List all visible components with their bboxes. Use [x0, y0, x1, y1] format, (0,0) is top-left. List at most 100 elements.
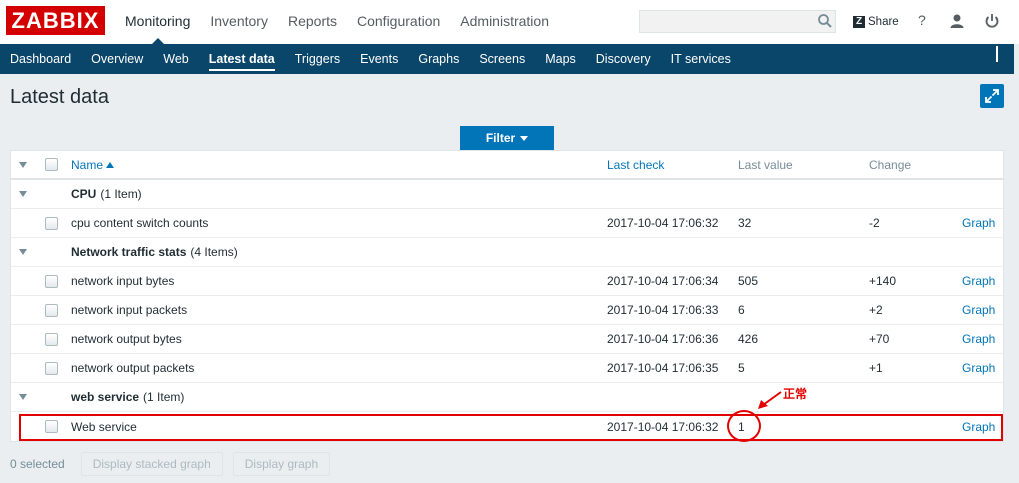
annotation-arrow-icon [758, 391, 782, 409]
last-check: 2017-10-04 17:06:34 [607, 274, 719, 288]
tab-web[interactable]: Web [153, 44, 198, 74]
share-link[interactable]: Z Share [853, 14, 899, 30]
last-value: 32 [738, 216, 752, 230]
group-count: (1 Item) [143, 390, 185, 404]
menu-administration[interactable]: Administration [450, 0, 559, 44]
sub-navigation: Dashboard Overview Web Latest data Trigg… [0, 44, 1014, 74]
group-toggle-icon[interactable] [19, 238, 27, 266]
group-label: web service (1 Item) [71, 383, 184, 411]
change-value: +140 [869, 274, 897, 288]
sort-ascending-icon [106, 161, 115, 168]
change-header-label: Change [869, 157, 912, 172]
help-icon[interactable]: ? [918, 12, 926, 28]
user-profile-icon[interactable] [949, 13, 965, 29]
graph-link[interactable]: Graph [962, 209, 995, 237]
name-column-header[interactable]: Name [71, 151, 115, 178]
graph-link[interactable]: Graph [962, 354, 995, 382]
group-name: CPU [71, 187, 97, 201]
chevron-down-icon [520, 136, 529, 142]
last-value: 505 [738, 274, 759, 288]
page-title: Latest data [10, 86, 109, 108]
row-checkbox[interactable] [45, 325, 58, 353]
row-checkbox[interactable] [45, 296, 58, 324]
row-checkbox[interactable] [45, 354, 58, 382]
table-row: network output bytes 2017-10-04 17:06:36… [11, 325, 1003, 354]
tab-events[interactable]: Events [350, 44, 408, 74]
last-value-header-label: Last value [738, 157, 793, 172]
graph-link[interactable]: Graph [962, 296, 995, 324]
item-name: network output bytes [71, 332, 182, 346]
change-value: -2 [869, 216, 880, 230]
group-name: web service [71, 390, 140, 404]
last-check: 2017-10-04 17:06:32 [607, 216, 719, 230]
tab-it-services[interactable]: IT services [661, 44, 741, 74]
group-count: (1 Item) [100, 187, 142, 201]
table-row: network input bytes 2017-10-04 17:06:34 … [11, 267, 1003, 296]
item-name: network input bytes [71, 274, 175, 288]
table-row: network output packets 2017-10-04 17:06:… [11, 354, 1003, 383]
group-label: CPU (1 Item) [71, 180, 142, 208]
search-icon[interactable] [817, 13, 833, 29]
change-value: +2 [869, 303, 883, 317]
nav-divider [996, 46, 998, 62]
last-value: 426 [738, 332, 759, 346]
last-check-header-label[interactable]: Last check [607, 158, 664, 172]
display-graph-button[interactable]: Display graph [232, 452, 331, 476]
main-menu: Monitoring Inventory Reports Configurati… [115, 0, 559, 44]
graph-link[interactable]: Graph [962, 267, 995, 295]
row-checkbox[interactable] [45, 267, 58, 295]
collapse-all-icon[interactable] [19, 151, 27, 178]
fullscreen-icon [985, 89, 999, 103]
zabbix-logo[interactable]: ZABBIX [6, 6, 105, 35]
highlight-circle [727, 410, 761, 442]
item-name: network output packets [71, 361, 195, 375]
group-row-cpu[interactable]: CPU (1 Item) [11, 180, 1003, 209]
table-row: network input packets 2017-10-04 17:06:3… [11, 296, 1003, 325]
group-name: Network traffic stats [71, 245, 187, 259]
menu-configuration[interactable]: Configuration [347, 0, 450, 44]
item-name: network input packets [71, 303, 188, 317]
table-header: Name Last check Last value Change [11, 151, 1003, 180]
name-header-label[interactable]: Name [71, 158, 103, 172]
selected-count: 0 selected [10, 457, 65, 471]
last-value-column-header: Last value [738, 151, 793, 178]
group-toggle-icon[interactable] [19, 180, 27, 208]
table-row: cpu content switch counts 2017-10-04 17:… [11, 209, 1003, 238]
latest-data-table: Name Last check Last value Change CPU (1… [10, 150, 1004, 442]
row-checkbox[interactable] [45, 209, 58, 237]
highlight-box [19, 414, 1003, 441]
tab-overview[interactable]: Overview [81, 44, 153, 74]
change-column-header: Change [869, 151, 911, 178]
tab-maps[interactable]: Maps [535, 44, 586, 74]
tab-graphs[interactable]: Graphs [408, 44, 469, 74]
action-footer: 0 selected Display stacked graph Display… [10, 452, 340, 476]
tab-triggers[interactable]: Triggers [285, 44, 350, 74]
group-label: Network traffic stats (4 Items) [71, 238, 238, 266]
change-value: +70 [869, 332, 890, 346]
tab-discovery[interactable]: Discovery [586, 44, 661, 74]
last-check: 2017-10-04 17:06:36 [607, 332, 719, 346]
last-check-column-header[interactable]: Last check [607, 151, 664, 178]
tab-dashboard[interactable]: Dashboard [0, 44, 81, 74]
fullscreen-button[interactable] [980, 84, 1004, 108]
group-toggle-icon[interactable] [19, 383, 27, 411]
filter-label: Filter [485, 131, 516, 145]
last-check: 2017-10-04 17:06:33 [607, 303, 719, 317]
menu-reports[interactable]: Reports [278, 0, 347, 44]
menu-monitoring[interactable]: Monitoring [115, 0, 200, 44]
last-value: 5 [738, 361, 745, 375]
zabbix-share-icon: Z [853, 16, 865, 28]
item-name: cpu content switch counts [71, 216, 209, 230]
group-row-network[interactable]: Network traffic stats (4 Items) [11, 238, 1003, 267]
tab-screens[interactable]: Screens [469, 44, 535, 74]
select-all-checkbox[interactable] [45, 151, 58, 178]
tab-latest-data[interactable]: Latest data [199, 44, 285, 74]
share-label: Share [868, 16, 899, 28]
menu-inventory[interactable]: Inventory [200, 0, 278, 44]
filter-toggle[interactable]: Filter [460, 126, 554, 150]
sign-out-icon[interactable] [984, 13, 1000, 29]
group-row-web-service[interactable]: web service (1 Item) [11, 383, 1003, 412]
search-input[interactable] [639, 10, 836, 33]
display-stacked-graph-button[interactable]: Display stacked graph [80, 452, 223, 476]
graph-link[interactable]: Graph [962, 325, 995, 353]
